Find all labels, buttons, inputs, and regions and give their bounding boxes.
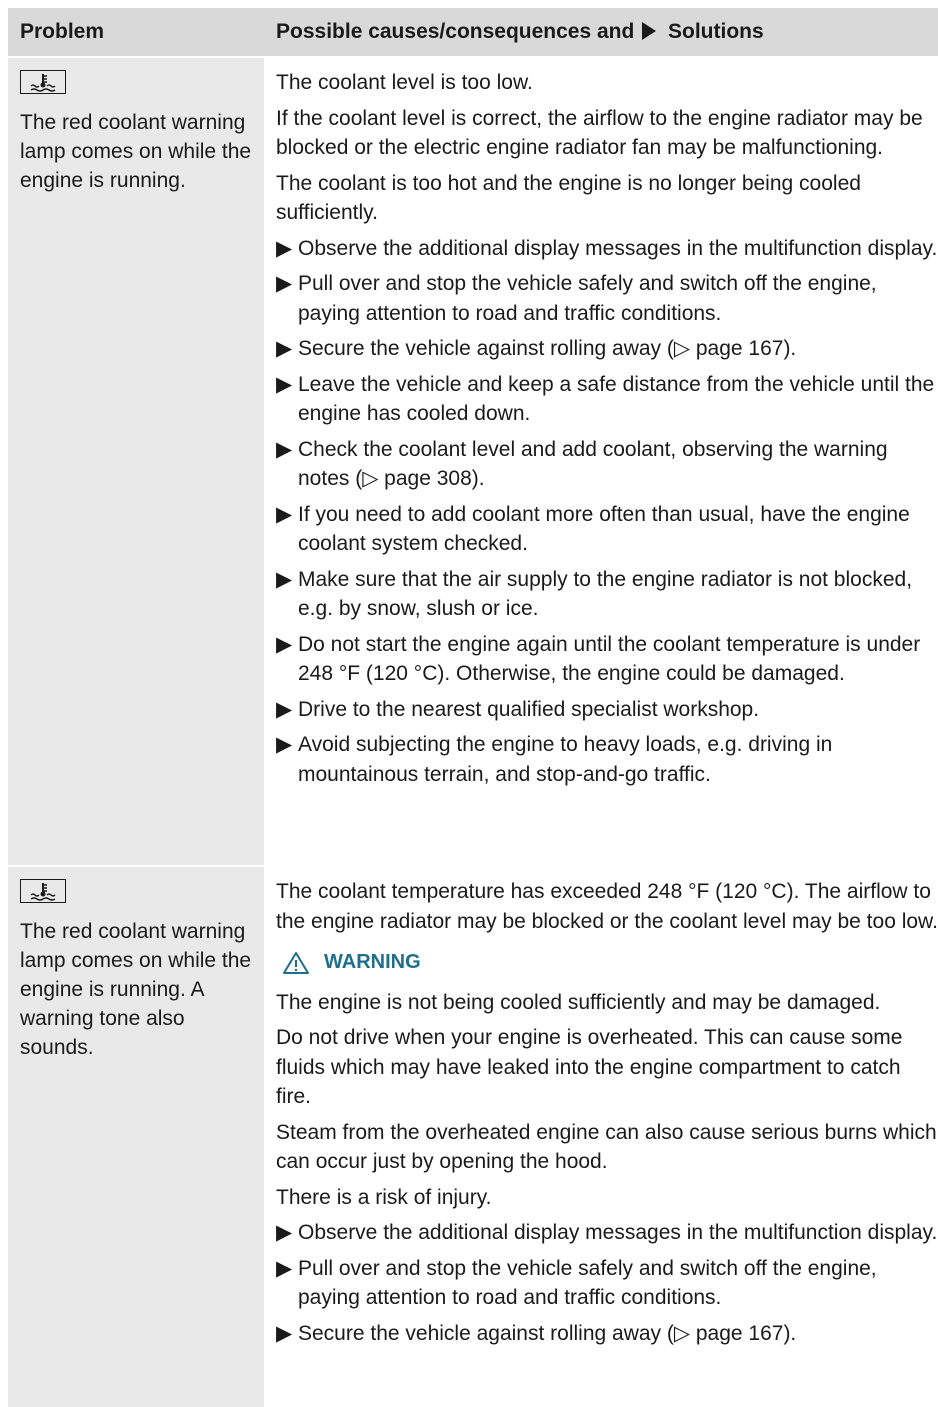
- solution-list: ▶ Observe the additional display messages…: [276, 234, 938, 790]
- problem-text: The red coolant warning lamp comes on wh…: [20, 920, 252, 1059]
- solution-text: Secure the vehicle against rolling away …: [298, 1321, 797, 1345]
- cause-text: The coolant level is too low.: [276, 71, 533, 94]
- warning-text: There is a risk of injury.: [276, 1185, 492, 1209]
- solution-text: If you need to add coolant more often th…: [298, 502, 910, 556]
- bullet-icon: ▶: [276, 697, 293, 721]
- bullet-icon: ▶: [276, 236, 293, 260]
- coolant-temperature-icon: [20, 879, 66, 903]
- list-item: ▶ Pull over and stop the vehicle safely a…: [276, 1254, 938, 1313]
- list-item: ▶ Observe the additional display messages…: [276, 1218, 938, 1248]
- solution-text: Leave the vehicle and keep a safe distan…: [298, 372, 935, 426]
- cause-text: If the coolant level is correct, the air…: [276, 106, 923, 160]
- bullet-icon: ▶: [276, 1221, 293, 1244]
- warning-text: Steam from the overheated engine can als…: [276, 1120, 937, 1174]
- bullet-icon: ▶: [276, 632, 293, 656]
- solution-text: Drive to the nearest qualified specialis…: [298, 697, 760, 721]
- solution-cell: The coolant temperature has exceeded 248…: [264, 867, 938, 1407]
- list-item: ▶ Observe the additional display messages…: [276, 234, 938, 264]
- warning-label: WARNING: [324, 951, 421, 973]
- bullet-icon: ▶: [276, 1321, 293, 1345]
- bullet-icon: ▶: [276, 1256, 293, 1280]
- table-header: Problem Possible causes/consequences and…: [8, 8, 938, 58]
- problem-cell: The red coolant warning lamp comes on wh…: [8, 58, 264, 865]
- table-row: The red coolant warning lamp comes on wh…: [8, 58, 938, 867]
- bullet-icon: ▶: [276, 337, 293, 360]
- solution-list: ▶ Observe the additional display messages…: [276, 1218, 938, 1348]
- header-solutions: Possible causes/consequences and Solutio…: [264, 20, 938, 44]
- list-item: ▶ Make sure that the air supply to the en…: [276, 565, 938, 624]
- header-causes-label: Possible causes/consequences and: [276, 20, 635, 43]
- header-solutions-label: Solutions: [668, 20, 764, 43]
- list-item: ▶ Secure the vehicle against rolling away…: [276, 334, 938, 364]
- bullet-icon: ▶: [276, 567, 293, 591]
- bullet-icon: ▶: [276, 437, 293, 461]
- problem-cell: The red coolant warning lamp comes on wh…: [8, 867, 264, 1407]
- solution-arrow-icon: [642, 22, 657, 40]
- list-item: ▶ Check the coolant level and add coolant…: [276, 435, 938, 494]
- warning-heading: WARNING: [282, 948, 938, 978]
- list-item: ▶ Drive to the nearest qualified speciali…: [276, 695, 938, 725]
- bullet-icon: ▶: [276, 272, 293, 295]
- list-item: ▶ Avoid subjecting the engine to heavy lo…: [276, 730, 938, 789]
- warning-text: The engine is not being cooled sufficien…: [276, 990, 881, 1014]
- list-item: ▶ Leave the vehicle and keep a safe dista…: [276, 370, 938, 429]
- table-row: The red coolant warning lamp comes on wh…: [8, 867, 938, 1407]
- solution-text: Observe the additional display messages …: [298, 236, 938, 260]
- bullet-icon: ▶: [276, 733, 293, 756]
- solution-text: Pull over and stop the vehicle safely an…: [298, 272, 877, 325]
- solution-text: Observe the additional display messages …: [298, 1221, 938, 1244]
- solution-text: Check the coolant level and add coolant,…: [298, 437, 888, 491]
- bullet-icon: ▶: [276, 502, 293, 526]
- warning-text: Do not drive when your engine is overhea…: [276, 1026, 903, 1108]
- list-item: ▶ Secure the vehicle against rolling away…: [276, 1319, 938, 1349]
- bullet-icon: ▶: [276, 372, 293, 396]
- troubleshooting-table: Problem Possible causes/consequences and…: [8, 8, 938, 1407]
- list-item: ▶ Do not start the engine again until the…: [276, 630, 938, 689]
- solution-text: Do not start the engine again until the …: [298, 632, 921, 686]
- cause-text: The coolant is too hot and the engine is…: [276, 171, 861, 225]
- coolant-temperature-icon: [20, 70, 66, 94]
- solution-text: Pull over and stop the vehicle safely an…: [298, 1256, 877, 1310]
- solution-text: Make sure that the air supply to the eng…: [298, 567, 913, 621]
- cause-text: The coolant temperature has exceeded 248…: [276, 880, 938, 933]
- warning-triangle-icon: [283, 951, 309, 974]
- solution-text: Secure the vehicle against rolling away …: [298, 337, 797, 360]
- problem-text: The red coolant warning lamp comes on wh…: [20, 111, 252, 192]
- solution-cell: The coolant level is too low. If the coo…: [264, 58, 938, 865]
- header-problem: Problem: [20, 20, 105, 43]
- solution-text: Avoid subjecting the engine to heavy loa…: [298, 733, 833, 786]
- list-item: ▶ Pull over and stop the vehicle safely a…: [276, 269, 938, 328]
- list-item: ▶ If you need to add coolant more often t…: [276, 500, 938, 559]
